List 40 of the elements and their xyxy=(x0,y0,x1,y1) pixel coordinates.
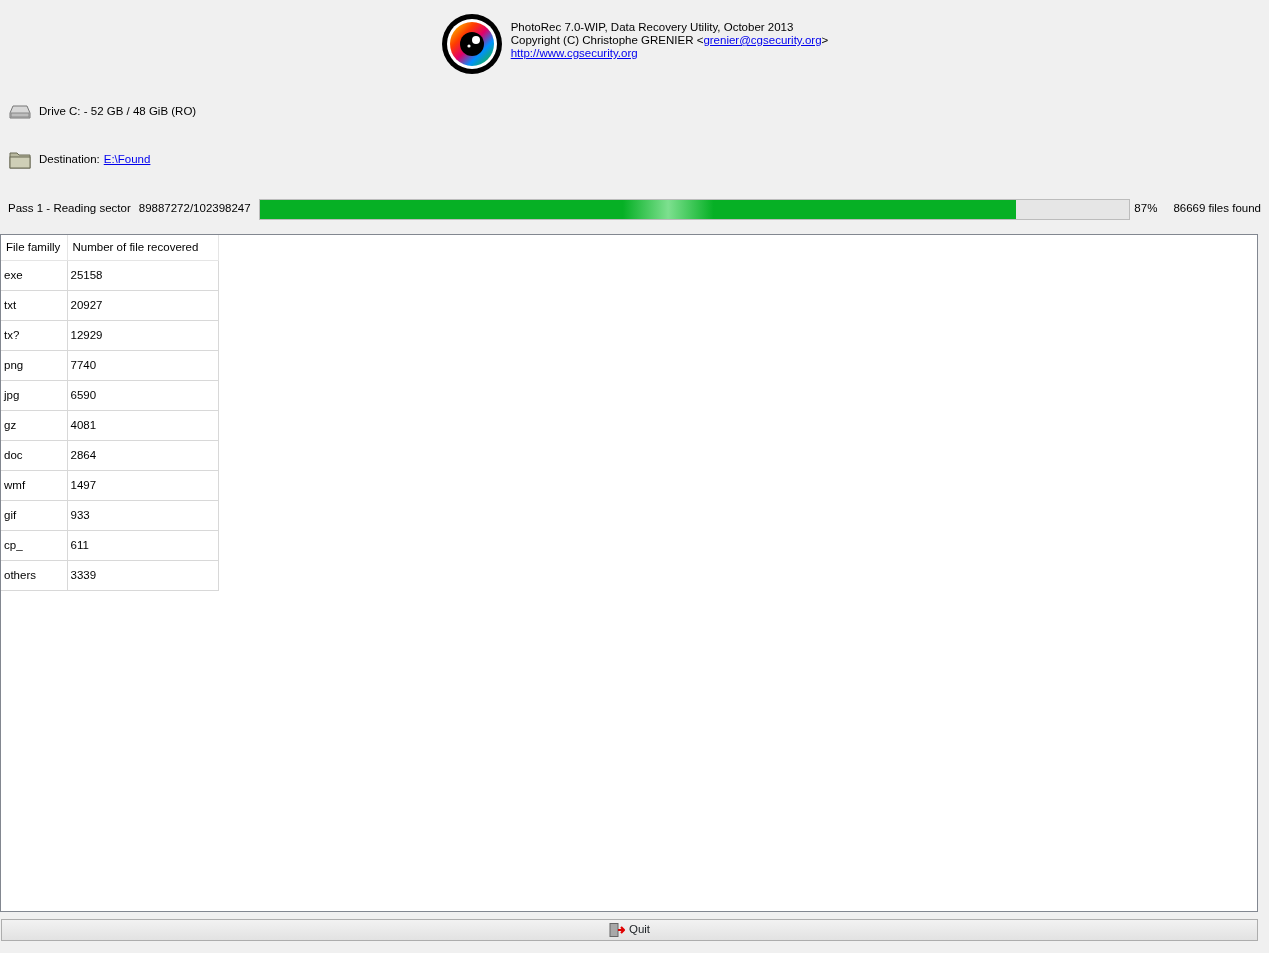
column-header[interactable]: Number of file recovered xyxy=(67,235,218,261)
hard-drive-icon xyxy=(9,105,31,120)
table-cell: 25158 xyxy=(67,260,218,291)
destination-label: Destination: xyxy=(39,152,100,168)
table-cell: png xyxy=(1,350,67,381)
table-cell: 933 xyxy=(67,500,218,531)
destination-link[interactable]: E:\Found xyxy=(103,151,151,169)
table-cell: 20927 xyxy=(67,290,218,321)
table-cell: wmf xyxy=(1,470,67,501)
folder-icon xyxy=(9,151,31,169)
table-cell: gif xyxy=(1,500,67,531)
percent-label: 87% xyxy=(1134,201,1158,217)
exit-door-icon xyxy=(608,923,625,938)
eye-logo-icon xyxy=(440,13,503,75)
drive-label: Drive C: - 52 GB / 48 GiB (RO) xyxy=(39,104,197,120)
table-cell: tx? xyxy=(1,320,67,351)
email-link[interactable]: grenier@cgsecurity.org xyxy=(703,34,822,46)
table-cell: exe xyxy=(1,260,67,291)
table-cell: 4081 xyxy=(67,410,218,441)
table-cell: 7740 xyxy=(67,350,218,381)
app-title: PhotoRec 7.0-WIP, Data Recovery Utility, October 2013 xyxy=(510,21,795,34)
table-cell: others xyxy=(1,560,67,591)
files-found-label: 86669 files found xyxy=(1173,201,1261,217)
table-cell: 12929 xyxy=(67,320,218,351)
table-cell: txt xyxy=(1,290,67,321)
table-cell: gz xyxy=(1,410,67,441)
table-cell: doc xyxy=(1,440,67,471)
table-cell: jpg xyxy=(1,380,67,411)
sector-count: 89887272/102398247 xyxy=(138,201,251,217)
table-cell: 3339 xyxy=(67,560,218,591)
quit-button[interactable]: Quit xyxy=(1,919,1258,941)
table-cell: 611 xyxy=(67,530,218,561)
copyright-text: Copyright (C) Christophe GRENIER <grenier@cgsecurity.org> xyxy=(510,34,829,47)
table-cell: 2864 xyxy=(67,440,218,471)
table-cell: cp_ xyxy=(1,530,67,561)
website-link[interactable]: http://www.cgsecurity.org xyxy=(510,47,638,59)
column-header[interactable]: File familly xyxy=(1,235,67,261)
table-cell: 6590 xyxy=(67,380,218,411)
table-cell: 1497 xyxy=(67,470,218,501)
pass-label: Pass 1 - Reading sector xyxy=(8,201,131,217)
